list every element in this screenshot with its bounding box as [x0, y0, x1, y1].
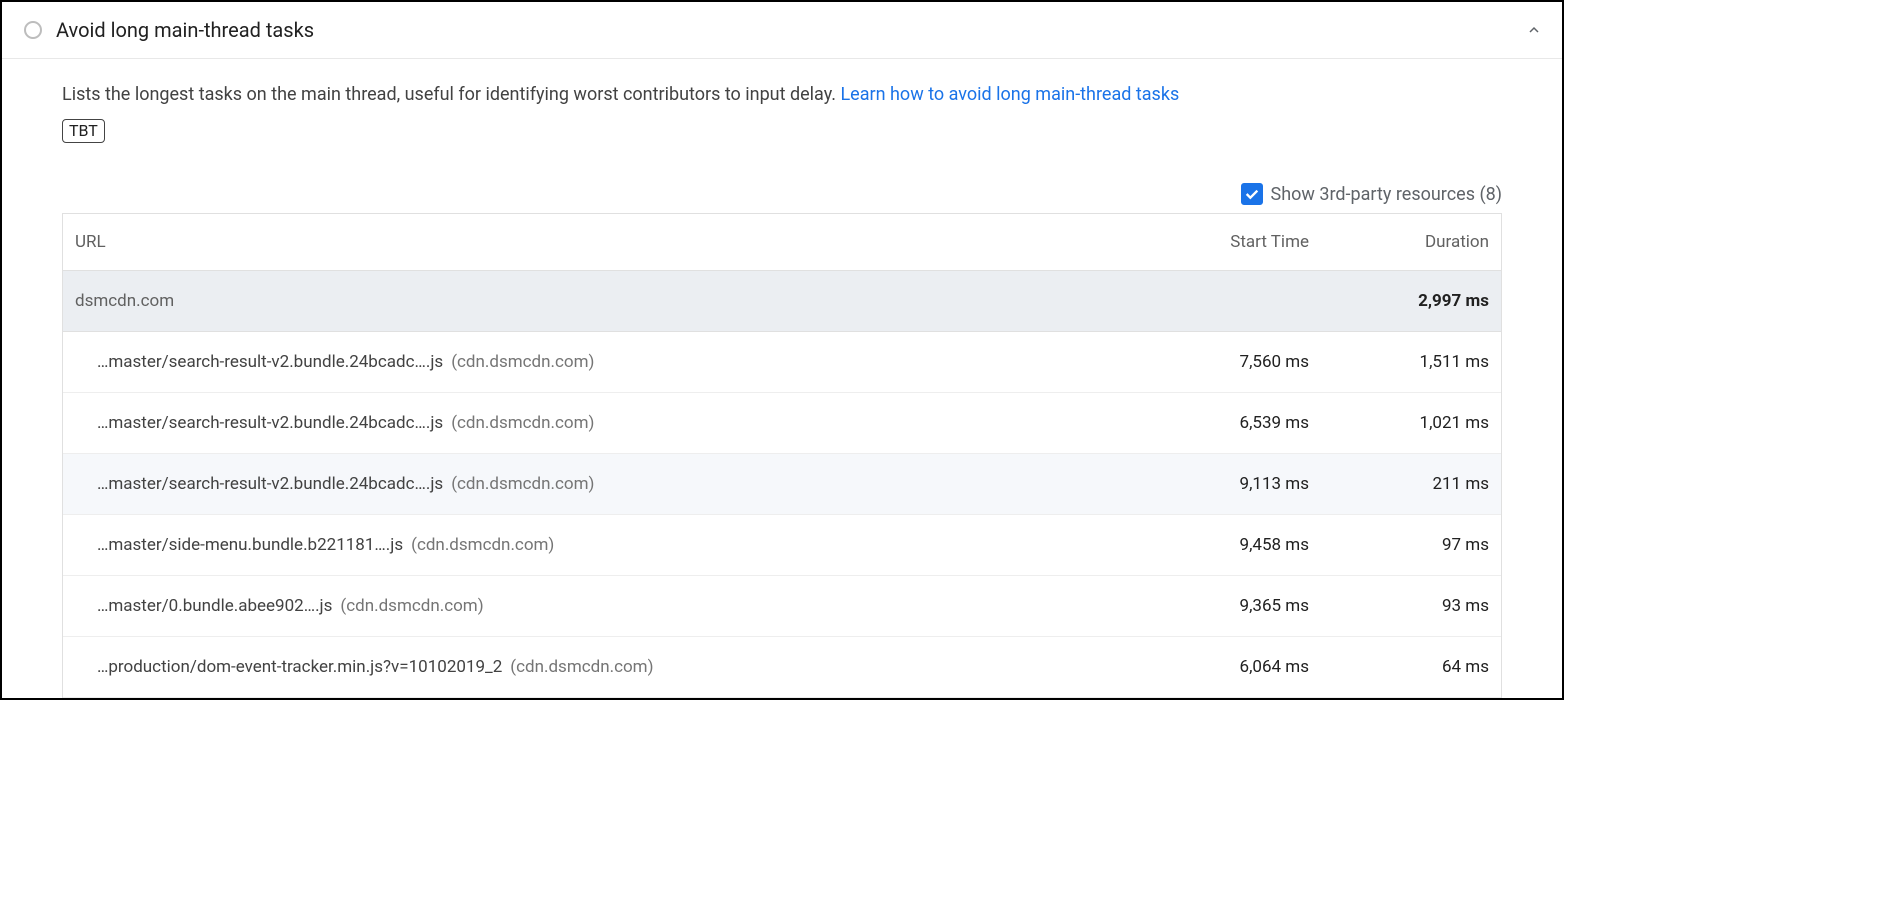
row-host: (cdn.dsmcdn.com): [340, 596, 483, 616]
group-host: dsmcdn.com: [75, 291, 1129, 311]
row-url: …master/side-menu.bundle.b221181….js (cdn…: [97, 535, 1129, 555]
table-header-row: URL Start Time Duration: [63, 214, 1501, 271]
row-host: (cdn.dsmcdn.com): [451, 352, 594, 372]
row-url: …master/0.bundle.abee902….js (cdn.dsmcdn.…: [97, 596, 1129, 616]
tasks-table: URL Start Time Duration dsmcdn.com 2,997…: [62, 213, 1502, 698]
chevron-up-icon: [1526, 22, 1542, 38]
row-start-time: 9,365 ms: [1129, 596, 1309, 616]
table-row[interactable]: …production/dom-event-tracker.min.js?v=1…: [63, 637, 1501, 698]
row-path: …master/search-result-v2.bundle.24bcadc……: [97, 474, 443, 494]
row-path: …master/side-menu.bundle.b221181….js: [97, 535, 403, 555]
table-row[interactable]: …master/0.bundle.abee902….js (cdn.dsmcdn.…: [63, 576, 1501, 637]
audit-description: Lists the longest tasks on the main thre…: [62, 81, 1502, 109]
table-row[interactable]: …master/search-result-v2.bundle.24bcadc……: [63, 393, 1501, 454]
row-url: …master/search-result-v2.bundle.24bcadc……: [97, 413, 1129, 433]
row-start-time: 9,113 ms: [1129, 474, 1309, 494]
group-row[interactable]: dsmcdn.com 2,997 ms: [63, 271, 1501, 332]
table-row[interactable]: …master/side-menu.bundle.b221181….js (cdn…: [63, 515, 1501, 576]
row-duration: 1,511 ms: [1309, 352, 1489, 372]
row-start-time: 7,560 ms: [1129, 352, 1309, 372]
row-duration: 93 ms: [1309, 596, 1489, 616]
audit-header[interactable]: Avoid long main-thread tasks: [2, 2, 1562, 59]
row-duration: 97 ms: [1309, 535, 1489, 555]
description-text: Lists the longest tasks on the main thre…: [62, 84, 840, 105]
row-duration: 64 ms: [1309, 657, 1489, 677]
table-row[interactable]: …master/search-result-v2.bundle.24bcadc……: [63, 332, 1501, 393]
row-path: …production/dom-event-tracker.min.js?v=1…: [97, 657, 502, 677]
row-host: (cdn.dsmcdn.com): [451, 413, 594, 433]
row-duration: 211 ms: [1309, 474, 1489, 494]
third-party-label: Show 3rd-party resources (8): [1271, 184, 1503, 205]
row-url: …master/search-result-v2.bundle.24bcadc……: [97, 352, 1129, 372]
row-host: (cdn.dsmcdn.com): [510, 657, 653, 677]
table-row[interactable]: …master/search-result-v2.bundle.24bcadc……: [63, 454, 1501, 515]
row-host: (cdn.dsmcdn.com): [411, 535, 554, 555]
row-url: …master/search-result-v2.bundle.24bcadc……: [97, 474, 1129, 494]
row-host: (cdn.dsmcdn.com): [451, 474, 594, 494]
header-start-time: Start Time: [1129, 232, 1309, 252]
learn-more-link[interactable]: Learn how to avoid long main-thread task…: [840, 84, 1179, 105]
row-start-time: 6,064 ms: [1129, 657, 1309, 677]
group-total-duration: 2,997 ms: [1309, 291, 1489, 311]
row-url: …production/dom-event-tracker.min.js?v=1…: [97, 657, 1129, 677]
third-party-toggle-row: Show 3rd-party resources (8): [62, 183, 1502, 205]
row-duration: 1,021 ms: [1309, 413, 1489, 433]
header-url: URL: [75, 232, 1129, 252]
check-icon: [1244, 186, 1260, 202]
audit-panel: Avoid long main-thread tasks Lists the l…: [0, 0, 1564, 700]
row-path: …master/search-result-v2.bundle.24bcadc……: [97, 413, 443, 433]
audit-body: Lists the longest tasks on the main thre…: [2, 59, 1562, 698]
third-party-checkbox[interactable]: [1241, 183, 1263, 205]
row-start-time: 9,458 ms: [1129, 535, 1309, 555]
status-circle-icon: [24, 21, 42, 39]
tbt-badge: TBT: [62, 119, 105, 143]
header-duration: Duration: [1309, 232, 1489, 252]
row-start-time: 6,539 ms: [1129, 413, 1309, 433]
row-path: …master/search-result-v2.bundle.24bcadc……: [97, 352, 443, 372]
audit-title: Avoid long main-thread tasks: [56, 18, 1512, 42]
row-path: …master/0.bundle.abee902….js: [97, 596, 332, 616]
